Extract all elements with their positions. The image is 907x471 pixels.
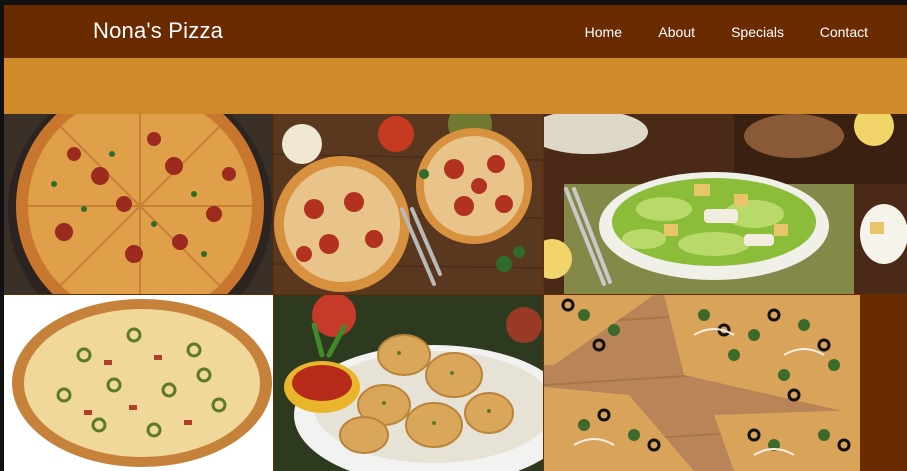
gallery-image-pepperoni-pizza [4,114,273,294]
gallery-image-pizzas-table [274,114,543,294]
hero-band [4,58,907,114]
nav-specials[interactable]: Specials [731,24,784,40]
site-header: Nona's Pizza Home About Specials Contact [4,5,907,60]
brand-logo-text[interactable]: Nona's Pizza [93,18,223,44]
nav-contact[interactable]: Contact [820,24,868,40]
nav-home[interactable]: Home [585,24,622,40]
gallery-image-garlic-knots [274,295,543,471]
page: Nona's Pizza Home About Specials Contact [0,0,907,471]
gallery-image-spinach-pizza [544,295,860,471]
gallery-image-caesar-salad [544,114,907,294]
gallery-empty-cell [860,295,907,471]
gallery-image-jalapeno-pizza [4,295,273,471]
nav-about[interactable]: About [658,24,695,40]
